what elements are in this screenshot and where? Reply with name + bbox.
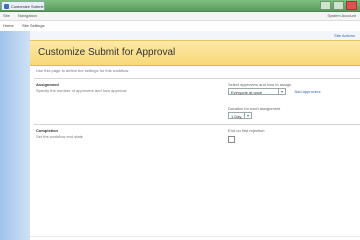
section-title: Assignment (36, 82, 59, 87)
end-on-rejection-checkbox[interactable] (228, 136, 235, 143)
browser-tab[interactable]: Customize Submit (1, 1, 45, 10)
approval-value: Everyone at once (231, 90, 263, 95)
section-completion: Completion Set the workflow end state En… (34, 124, 360, 165)
divider (30, 236, 360, 237)
user-menu[interactable]: System Account (327, 13, 356, 18)
maximize-button[interactable] (333, 1, 344, 10)
app-window: Customize Submit Site Navigation System … (0, 0, 360, 240)
nav-link-home[interactable]: Home (3, 23, 14, 28)
approval-select[interactable]: Everyone at once ▾ (228, 88, 286, 95)
chevron-down-icon: ▾ (244, 113, 251, 118)
page-title: Customize Submit for Approval (38, 47, 176, 58)
duration-value: 1 Day (231, 114, 242, 119)
menu-item-site[interactable]: Site (3, 13, 10, 18)
window-controls (320, 1, 357, 10)
page-description-row: Use this page to define the settings for… (30, 66, 360, 76)
page-title-band: Customize Submit for Approval (30, 40, 360, 66)
section-assignment: Assignment Specify the number of approve… (34, 78, 360, 125)
left-navigation-panel (0, 31, 30, 240)
browser-title-bar: Customize Submit (0, 0, 360, 12)
completion-fields: End on first rejection (228, 128, 358, 143)
add-approvers-link[interactable]: Add approvers (294, 88, 320, 95)
minimize-button[interactable] (320, 1, 331, 10)
section-description: Set the workflow end state (36, 134, 83, 139)
page-description: Use this page to define the settings for… (36, 68, 130, 73)
section-description: Specify the number of approvers and how … (36, 88, 127, 93)
nav-link-site-settings[interactable]: Site Settings (22, 23, 44, 28)
assignment-fields: Select approvers and how to assign Every… (228, 82, 358, 121)
end-on-rejection-label: End on first rejection (228, 128, 265, 133)
section-title: Completion (36, 128, 58, 133)
chevron-down-icon: ▾ (278, 89, 285, 94)
tab-title: Customize Submit (11, 4, 44, 9)
checkbox-row (228, 136, 358, 143)
close-button[interactable] (346, 1, 357, 10)
breadcrumb: Home Site Settings (0, 21, 360, 30)
duration-select[interactable]: 1 Day ▾ (228, 112, 252, 119)
menu-item-navigation[interactable]: Navigation (18, 13, 37, 18)
site-actions-menu[interactable]: Site Actions (334, 33, 355, 38)
menu-bar: Site Navigation System Account (0, 12, 360, 21)
site-actions-bar: Site Actions (30, 31, 360, 40)
page-icon (4, 4, 9, 9)
